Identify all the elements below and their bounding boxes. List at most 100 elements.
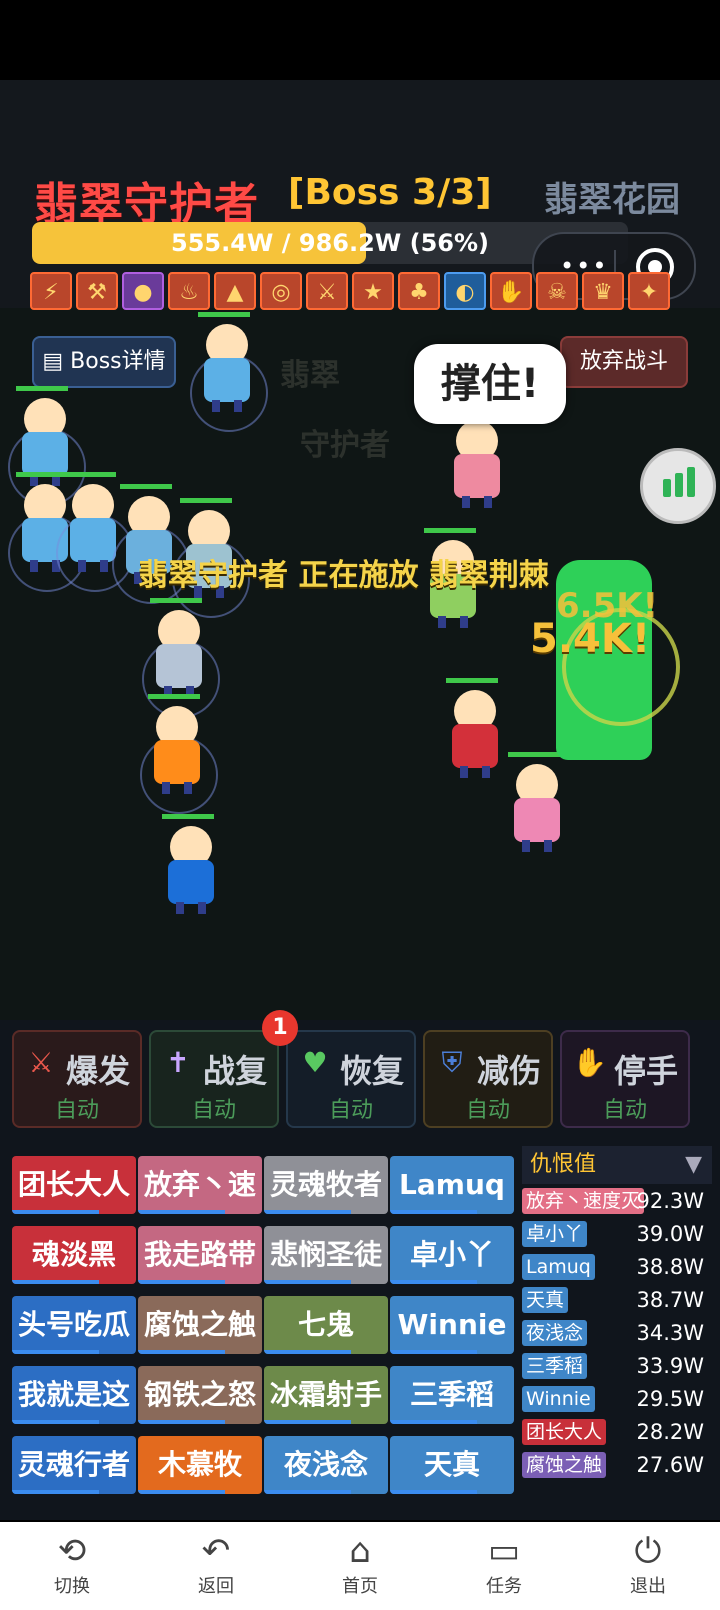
skill-4[interactable]: ✋ 停手自动 xyxy=(560,1030,690,1128)
exit-icon: ⏻ xyxy=(634,1531,662,1571)
skill-name: 停手 xyxy=(614,1052,679,1090)
notification-badge: 1 xyxy=(262,1010,298,1046)
star-icon: ★ xyxy=(352,272,394,310)
aggro-name: 放弃丶速度灭 xyxy=(522,1188,645,1214)
party-member[interactable]: 钢铁之怒 xyxy=(138,1366,262,1424)
speech-bubble: 撑住! xyxy=(414,344,566,424)
skill-0[interactable]: ⚔ 爆发 自动 xyxy=(12,1030,142,1128)
skill-1[interactable]: ✝ 战复 自动 xyxy=(149,1030,279,1128)
bar-chart-icon xyxy=(687,467,695,497)
party-member[interactable]: Winnie xyxy=(390,1296,514,1354)
debuff-bar: ⚡ ⚒ ● ♨ ▲ ◎ ⚔ ★ ♣ ◐ ✋ ☠ ♛ ✦ xyxy=(30,272,670,310)
member-hp-bar xyxy=(264,1490,351,1494)
nav-0[interactable]: ⟲ 切换 xyxy=(32,1530,112,1598)
task-icon: ▭ xyxy=(487,1531,521,1571)
party-member[interactable]: 冰霜射手 xyxy=(264,1366,388,1424)
aggro-row: 放弃丶速度灭 92.3W xyxy=(522,1186,712,1216)
member-hp-bar xyxy=(390,1350,477,1354)
party-member[interactable]: 魂淡黑 xyxy=(12,1226,136,1284)
party-member[interactable]: 天真 xyxy=(390,1436,514,1494)
skill-name: 爆发 xyxy=(66,1052,131,1090)
member-hp-bar xyxy=(12,1350,99,1354)
member-hp-bar xyxy=(390,1210,477,1214)
skill-mode: 自动 xyxy=(328,1098,373,1123)
aggro-name: Winnie xyxy=(522,1386,595,1412)
member-hp-bar xyxy=(264,1420,351,1424)
aggro-name: 腐蚀之触 xyxy=(522,1452,607,1478)
boss-detail-button[interactable]: ▤ Boss详情 xyxy=(32,336,176,388)
skill-name: 恢复 xyxy=(340,1052,405,1090)
member-hp-bar xyxy=(264,1350,351,1354)
party-member[interactable]: 我走路带 xyxy=(138,1226,262,1284)
nav-1[interactable]: ↶ 返回 xyxy=(176,1530,256,1598)
aggro-row: 夜浅念 34.3W xyxy=(522,1318,712,1348)
cast-announcement: 翡翠守护者 正在施放 翡翠荆棘 xyxy=(138,558,549,593)
bar-chart-icon xyxy=(663,479,671,497)
skill-mode: 自动 xyxy=(602,1098,647,1123)
aggro-name: 夜浅念 xyxy=(522,1320,588,1346)
party-member[interactable]: 腐蚀之触 xyxy=(138,1296,262,1354)
member-hp-bar xyxy=(12,1210,99,1214)
party-member[interactable]: 卓小丫 xyxy=(390,1226,514,1284)
skill-mode: 自动 xyxy=(191,1098,236,1123)
quit-battle-button[interactable]: 放弃战斗 xyxy=(560,336,688,388)
aggro-name: Lamuq xyxy=(522,1254,595,1280)
aggro-title: 仇恨值 xyxy=(530,1152,597,1177)
member-hp-bar xyxy=(138,1350,225,1354)
skill-2[interactable]: ♥ 恢复 自动 xyxy=(286,1030,416,1128)
aggro-row: 卓小丫 39.0W xyxy=(522,1219,712,1249)
aggro-value: 28.2W xyxy=(636,1420,704,1444)
party-member[interactable]: 我就是这 xyxy=(12,1366,136,1424)
aggro-header[interactable]: 仇恨值 ▼ xyxy=(522,1146,712,1184)
stats-button[interactable] xyxy=(640,448,716,524)
party-member[interactable]: Lamuq xyxy=(390,1156,514,1214)
dropdown-icon[interactable]: ▼ xyxy=(685,1146,702,1184)
party-member[interactable]: 放弃丶速 xyxy=(138,1156,262,1214)
aggro-value: 92.3W xyxy=(636,1189,704,1213)
party-member[interactable]: 木慕牧 xyxy=(138,1436,262,1494)
aggro-value: 34.3W xyxy=(636,1321,704,1345)
lightning-icon: ⚡ xyxy=(30,272,72,310)
party-member[interactable]: 团长大人 xyxy=(12,1156,136,1214)
party-member[interactable]: 三季稻 xyxy=(390,1366,514,1424)
party-member[interactable]: 灵魂行者 xyxy=(12,1436,136,1494)
skill-3[interactable]: ⛨ 减伤 自动 xyxy=(423,1030,553,1128)
aggro-name: 天真 xyxy=(522,1287,569,1313)
home-icon: ⌂ xyxy=(349,1531,371,1571)
party-member[interactable]: 悲悯圣徒 xyxy=(264,1226,388,1284)
party-member[interactable]: 夜浅念 xyxy=(264,1436,388,1494)
party-member[interactable]: 头号吃瓜 xyxy=(12,1296,136,1354)
member-hp-bar xyxy=(12,1280,99,1284)
skill-name: 战复 xyxy=(203,1052,268,1090)
hand-icon: ✋ xyxy=(490,272,532,310)
aggro-value: 38.8W xyxy=(636,1255,704,1279)
member-hp-bar xyxy=(390,1420,477,1424)
nav-3[interactable]: ▭ 任务 xyxy=(464,1530,544,1598)
member-hp-bar xyxy=(138,1490,225,1494)
member-hp-bar xyxy=(12,1420,99,1424)
member-hp-bar xyxy=(138,1280,225,1284)
party-member[interactable]: 七鬼 xyxy=(264,1296,388,1354)
skill-mode: 自动 xyxy=(465,1098,510,1123)
skill-name: 减伤 xyxy=(477,1052,542,1090)
buff-icon: ✦ xyxy=(628,272,670,310)
hammer-icon: ⚒ xyxy=(76,272,118,310)
aggro-name: 卓小丫 xyxy=(522,1221,588,1247)
hand-icon: ✋ xyxy=(572,1046,607,1079)
nav-4[interactable]: ⏻ 退出 xyxy=(608,1530,688,1598)
crossed-swords-icon: ⚔ xyxy=(28,1046,54,1079)
swirl-icon: ◐ xyxy=(444,272,486,310)
aggro-value: 38.7W xyxy=(636,1288,704,1312)
boss-count: [Boss 3/3] xyxy=(288,172,492,213)
nav-2[interactable]: ⌂ 首页 xyxy=(320,1530,400,1598)
member-hp-bar xyxy=(138,1210,225,1214)
member-hp-bar xyxy=(138,1420,225,1424)
nav-label: 退出 xyxy=(630,1576,666,1597)
nav-label: 首页 xyxy=(342,1576,378,1597)
party-member[interactable]: 灵魂牧者 xyxy=(264,1156,388,1214)
nav-label: 返回 xyxy=(198,1576,234,1597)
aggro-value: 39.0W xyxy=(636,1222,704,1246)
ghost-icon: ☠ xyxy=(536,272,578,310)
back-icon: ↶ xyxy=(201,1531,231,1571)
fire-icon: ♨ xyxy=(168,272,210,310)
